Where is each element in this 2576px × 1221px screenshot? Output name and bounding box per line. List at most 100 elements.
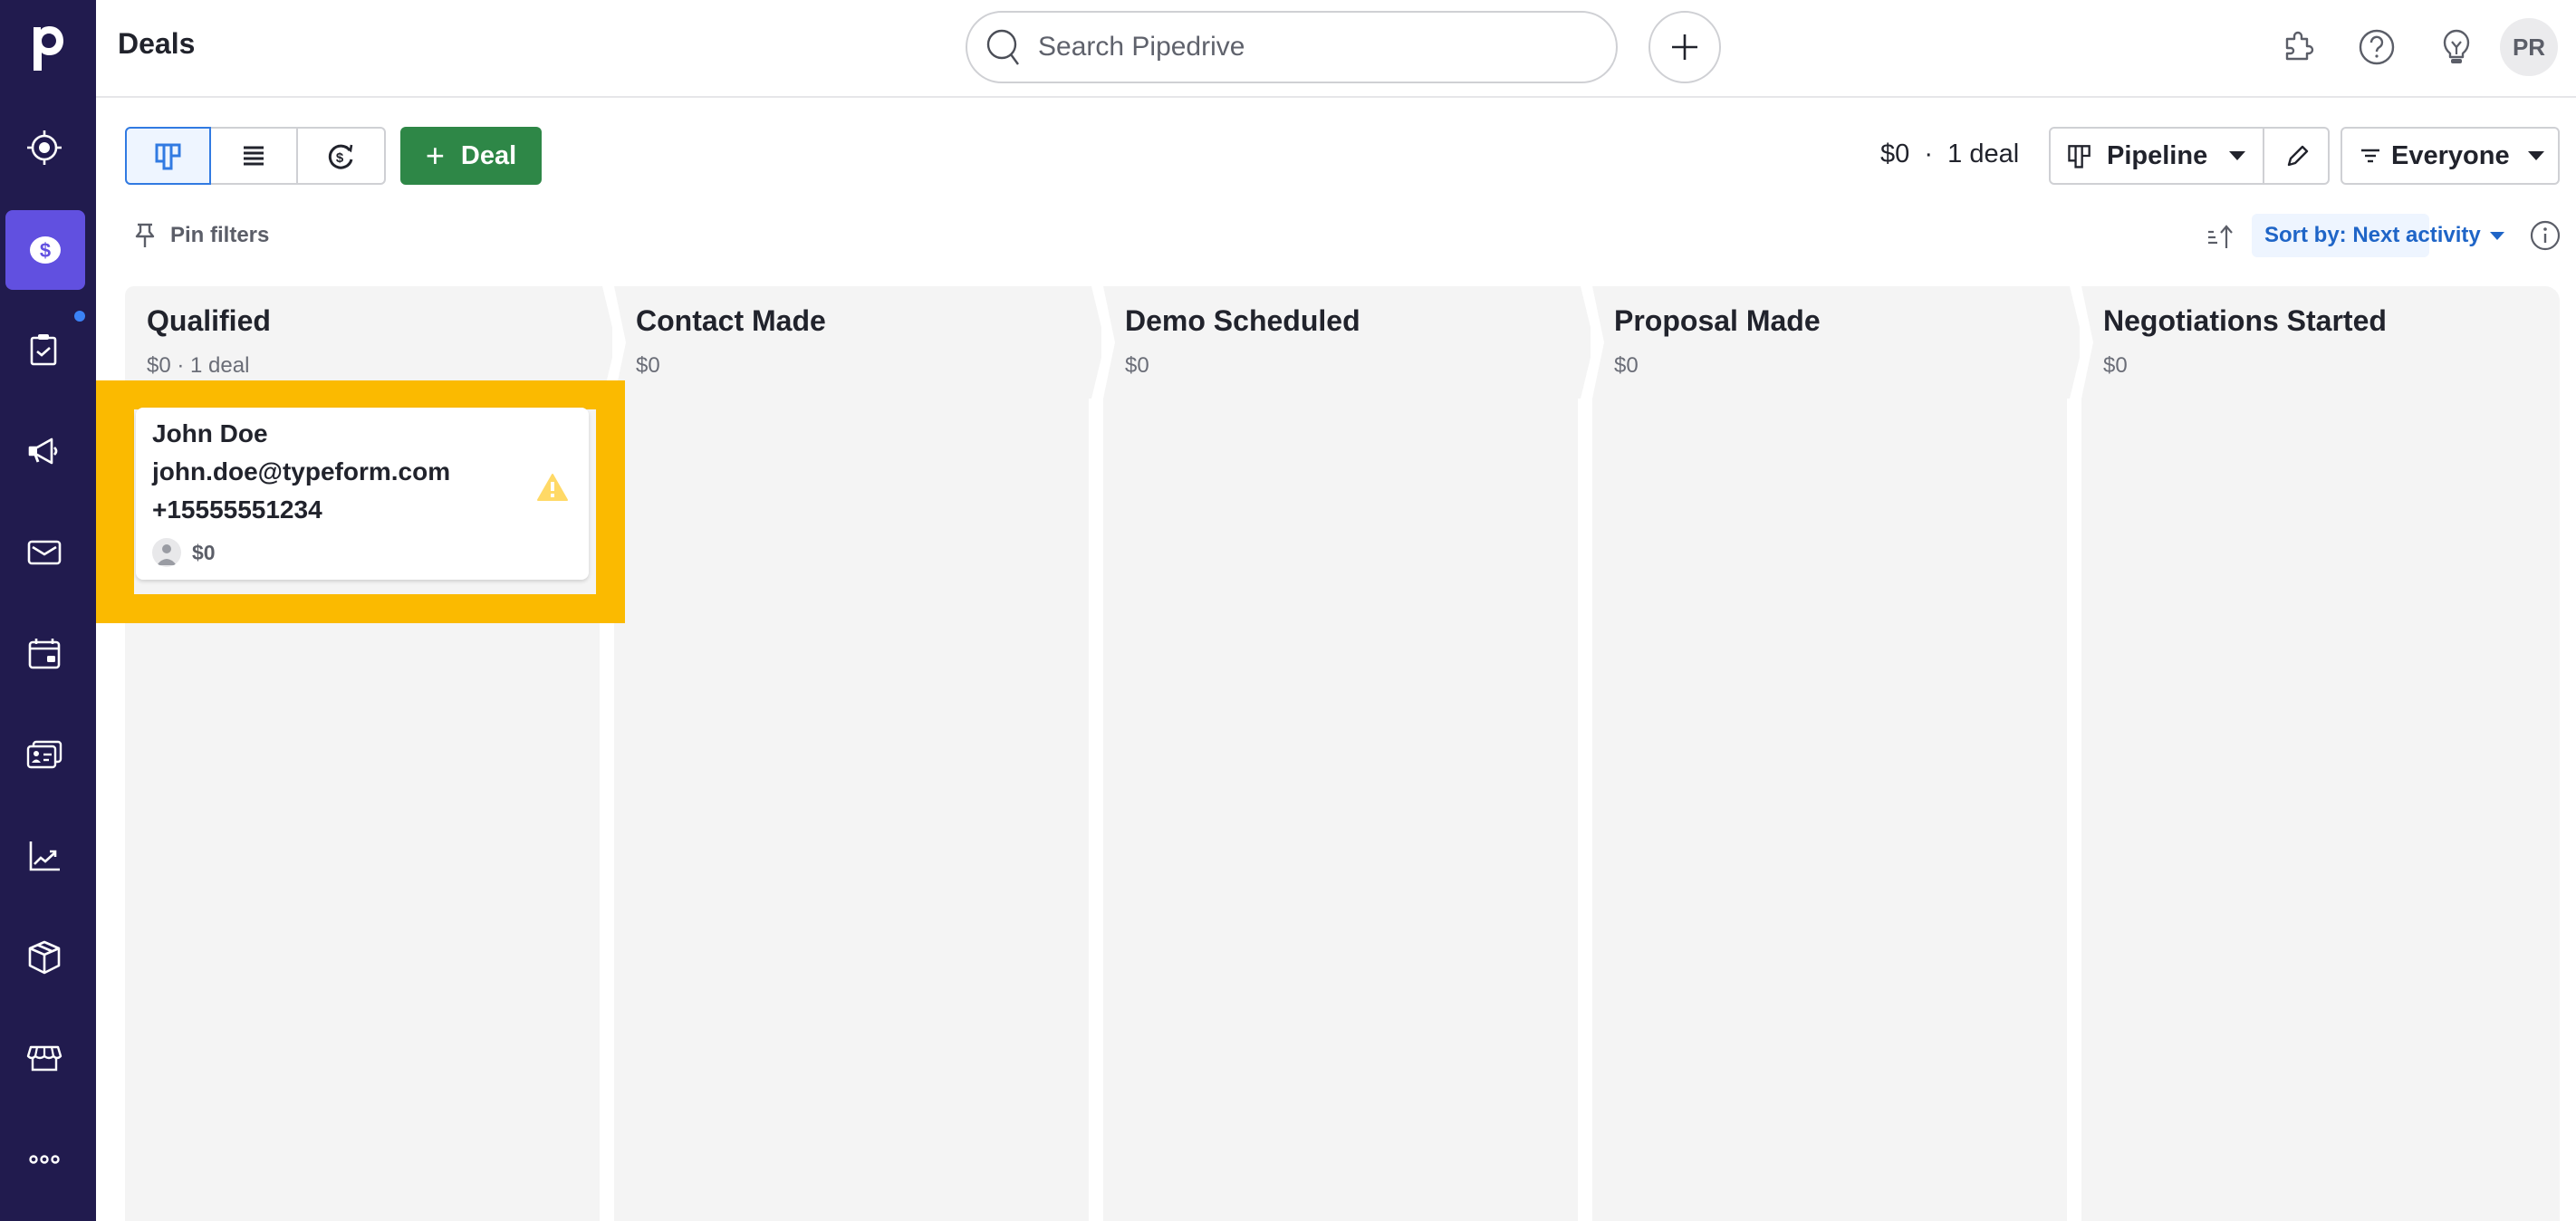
chevron-down-icon: [2229, 151, 2246, 160]
stage-header: Contact Made $0: [614, 286, 1089, 399]
stage-column: Contact Made $0: [612, 286, 1105, 1221]
pipeline-label: Pipeline: [2107, 140, 2208, 170]
deal-phone: +15555551234: [152, 495, 322, 524]
deal-title: John Doe: [152, 419, 268, 447]
help-button[interactable]: [2350, 20, 2404, 74]
sidebar-item-more[interactable]: [8, 1120, 81, 1199]
ideas-button[interactable]: [2429, 20, 2484, 74]
list-view-button[interactable]: [211, 129, 298, 183]
stage-title: Contact Made: [636, 304, 826, 337]
filter-icon: [2361, 149, 2379, 163]
stage-summary: $0: [636, 353, 660, 378]
stage-column: Negotiations Started $0: [2080, 286, 2560, 1221]
pipedrive-logo[interactable]: [0, 16, 96, 78]
search-box[interactable]: [966, 11, 1618, 83]
stage-header: Demo Scheduled $0: [1103, 286, 1578, 399]
sort-by-select[interactable]: Sort by: Next activity: [2252, 214, 2504, 257]
sort-order-icon: [2208, 225, 2233, 248]
sidebar-item-leads[interactable]: [8, 108, 81, 187]
sidebar-item-contacts[interactable]: [8, 715, 81, 794]
help-icon: [2359, 29, 2395, 65]
view-switcher: $: [125, 127, 386, 185]
add-deal-label: Deal: [460, 140, 517, 170]
info-icon[interactable]: [2529, 219, 2562, 252]
dollar-icon: $: [30, 236, 61, 264]
sidebar-item-activities[interactable]: [8, 311, 81, 390]
box-icon: [28, 940, 61, 975]
stage-title: Qualified: [147, 304, 271, 337]
quick-add-button[interactable]: [1648, 11, 1721, 83]
owner-avatar: [152, 538, 181, 567]
sort-by-label: Sort by: Next activity: [2264, 223, 2481, 247]
pipeline-selector-group: Pipeline: [2049, 127, 2330, 185]
target-icon: [27, 130, 62, 165]
extensions-icon: [2285, 31, 2314, 61]
deal-email: john.doe@typeform.com: [152, 457, 451, 486]
svg-text:$: $: [336, 150, 344, 166]
clipboard-check-icon: [30, 334, 57, 366]
stage-title: Demo Scheduled: [1125, 304, 1360, 337]
extensions-button[interactable]: [2272, 20, 2326, 74]
stage-header: Proposal Made $0: [1592, 286, 2067, 399]
stage-column: Proposal Made $0: [1591, 286, 2083, 1221]
store-icon: [26, 1045, 62, 1072]
activities-notification-dot: [74, 311, 85, 322]
user-avatar[interactable]: PR: [2500, 18, 2558, 76]
stage-header: Negotiations Started $0: [2081, 286, 2560, 399]
pipeline-summary: $0 · 1 deal: [1880, 139, 2020, 168]
sidebar-item-campaigns[interactable]: [8, 411, 81, 491]
sidebar-item-products[interactable]: [8, 918, 81, 997]
stage-summary: $0: [1614, 353, 1639, 378]
chart-icon: [29, 841, 60, 871]
calendar-icon: [28, 639, 61, 669]
add-deal-button[interactable]: + Deal: [400, 127, 542, 185]
pin-filters-button[interactable]: Pin filters: [132, 219, 269, 252]
forecast-view-button[interactable]: $: [298, 129, 384, 183]
plus-icon: [1672, 34, 1697, 60]
pipeline-icon: [2068, 145, 2091, 168]
owner-filter-label: Everyone: [2391, 140, 2510, 170]
deal-footer: $0: [152, 538, 572, 567]
sidebar: $: [0, 0, 96, 1221]
pencil-icon: [2288, 145, 2309, 167]
edit-pipeline-button[interactable]: [2264, 129, 2328, 183]
pipeline-select[interactable]: Pipeline: [2051, 129, 2265, 183]
stage-title: Proposal Made: [1614, 304, 1821, 337]
pin-icon: [135, 223, 155, 247]
sidebar-item-deals[interactable]: $: [5, 210, 85, 290]
sidebar-item-calendar[interactable]: [8, 614, 81, 694]
stage-summary: $0: [1125, 353, 1149, 378]
forecast-icon: $: [329, 144, 353, 169]
warning-icon[interactable]: [536, 473, 569, 502]
plus-icon: +: [425, 137, 445, 174]
sidebar-item-mail[interactable]: [8, 513, 81, 592]
more-icon: [29, 1155, 60, 1164]
search-icon: [986, 29, 1019, 65]
sort-order-button[interactable]: [2203, 219, 2239, 255]
pipeline-view-button[interactable]: [125, 127, 212, 185]
chevron-down-icon: [2489, 231, 2504, 240]
page-title: Deals: [118, 27, 196, 60]
contact-card-icon: [26, 740, 62, 769]
list-view-icon: [244, 146, 264, 166]
pipedrive-app: $ Deals Search Pipedrive PR $ + Deal $0 …: [0, 0, 2576, 1221]
megaphone-icon: [28, 437, 58, 465]
person-icon: [157, 544, 177, 565]
stage-summary: $0 · 1 deal: [147, 353, 250, 378]
stage-column: Demo Scheduled $0: [1101, 286, 1594, 1221]
stage-title: Negotiations Started: [2103, 304, 2387, 337]
top-bar: Deals Search Pipedrive PR: [96, 0, 2576, 98]
pipeline-view-icon: [155, 143, 181, 170]
deal-value: $0: [192, 540, 216, 564]
mail-icon: [27, 540, 62, 565]
svg-text:$: $: [40, 239, 51, 262]
lightbulb-icon: [2443, 29, 2470, 63]
sidebar-item-marketplace[interactable]: [8, 1018, 81, 1098]
search-input[interactable]: [1038, 32, 1545, 62]
pin-filters-label: Pin filters: [170, 223, 270, 247]
chevron-down-icon: [2527, 151, 2544, 160]
pipedrive-logo-icon: [34, 26, 63, 71]
owner-filter-button[interactable]: Everyone: [2341, 127, 2560, 185]
sidebar-item-insights[interactable]: [8, 816, 81, 896]
deal-card[interactable]: John Doe john.doe@typeform.com +15555551…: [136, 408, 589, 580]
